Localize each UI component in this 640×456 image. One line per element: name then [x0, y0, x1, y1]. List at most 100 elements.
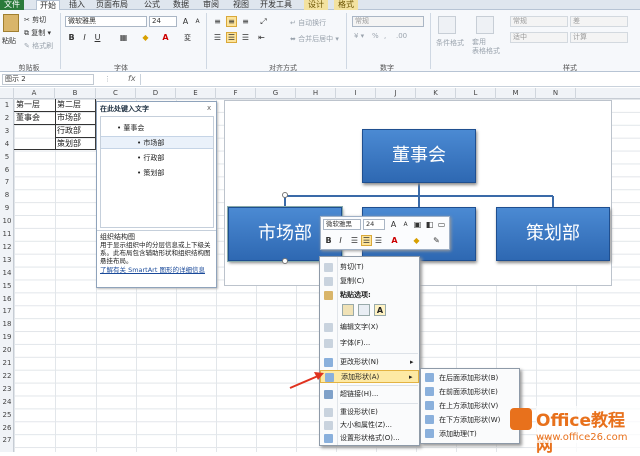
row-header[interactable]: 25 [0, 409, 14, 422]
shape-style-icon[interactable]: ▣ [412, 219, 423, 230]
tab-data[interactable]: 数据 [170, 0, 192, 10]
currency-icon[interactable]: ¥ ▾ [354, 32, 364, 40]
style-bad[interactable]: 差 [570, 16, 628, 27]
align-left-icon[interactable]: ☰ [349, 235, 360, 246]
column-header[interactable]: C [96, 88, 136, 99]
wrap-text-button[interactable]: ↵ 自动换行 [290, 18, 326, 28]
menu-item-edit-text[interactable]: 编辑文字(X) [320, 321, 419, 334]
row-header[interactable]: 17 [0, 305, 14, 318]
copy-button[interactable]: ⧉ 复制 ▾ [24, 28, 51, 38]
row-header[interactable]: 27 [0, 434, 14, 447]
comma-button[interactable]: , [384, 32, 386, 40]
row-header[interactable]: 2 [0, 112, 14, 125]
row-header[interactable]: 3 [0, 125, 14, 138]
format-painter-button[interactable]: ✎ 格式刷 [24, 41, 53, 51]
menu-item-add-shape[interactable]: 添加形状(A) ▸ [320, 370, 419, 383]
row-header[interactable]: 9 [0, 202, 14, 215]
select-all-corner[interactable] [0, 88, 14, 99]
indent-icon[interactable]: ⇤ [256, 32, 267, 43]
font-color-icon[interactable]: A [160, 32, 171, 43]
menu-item-format-shape[interactable]: 设置形状格式(O)... [320, 432, 419, 445]
italic-button[interactable]: I [335, 235, 346, 246]
column-header[interactable]: B [55, 88, 96, 99]
phonetic-icon[interactable]: 変 [182, 32, 193, 43]
column-header[interactable]: I [336, 88, 376, 99]
font-size-select[interactable]: 24 [149, 16, 177, 27]
row-header[interactable]: 26 [0, 422, 14, 435]
column-header[interactable]: D [136, 88, 176, 99]
tab-formulas[interactable]: 公式 [141, 0, 163, 10]
cell-a2[interactable]: 董事会 [16, 112, 40, 124]
selection-handle[interactable] [282, 192, 288, 198]
tab-page-layout[interactable]: 页面布局 [94, 0, 130, 10]
list-item[interactable]: • 董事会 [117, 123, 144, 133]
row-header[interactable]: 23 [0, 383, 14, 396]
row-header[interactable]: 10 [0, 215, 14, 228]
paste-button[interactable]: 粘贴 [2, 36, 16, 46]
grow-font-icon[interactable]: A [388, 219, 399, 230]
row-header[interactable]: 14 [0, 267, 14, 280]
cell-b1[interactable]: 第二层 [57, 99, 81, 111]
submenu-item-add-before[interactable]: 在前面添加形状(E) [421, 385, 519, 399]
fill-color-icon[interactable]: ◆ [411, 235, 422, 246]
menu-item-size-properties[interactable]: 大小和属性(Z)... [320, 419, 419, 432]
submenu-item-add-above[interactable]: 在上方添加形状(V) [421, 399, 519, 413]
column-header[interactable]: G [256, 88, 296, 99]
learn-more-link[interactable]: 了解有关 SmartArt 图形的详细信息 [100, 266, 214, 274]
column-header[interactable]: L [456, 88, 496, 99]
align-left-icon[interactable]: ☰ [212, 32, 223, 43]
style-calculation[interactable]: 计算 [570, 32, 628, 43]
cell-b4[interactable]: 策划部 [57, 138, 81, 150]
menu-item-cut[interactable]: 剪切(T) [320, 261, 419, 274]
column-header[interactable]: N [536, 88, 576, 99]
orientation-icon[interactable]: ⤢ [258, 16, 269, 27]
style-normal[interactable]: 常规 [510, 16, 568, 27]
row-header[interactable]: 20 [0, 344, 14, 357]
row-header[interactable]: 8 [0, 189, 14, 202]
cut-button[interactable]: ✂ 剪切 [24, 15, 46, 25]
shrink-font-icon[interactable]: A [192, 16, 203, 27]
align-center-icon[interactable]: ☰ [226, 32, 237, 43]
fill-color-icon[interactable]: ◆ [140, 32, 151, 43]
grow-font-icon[interactable]: A [180, 16, 191, 27]
tab-view[interactable]: 视图 [230, 0, 252, 10]
percent-button[interactable]: % [372, 32, 379, 40]
cell-b2[interactable]: 市场部 [57, 112, 81, 124]
row-header[interactable]: 7 [0, 176, 14, 189]
row-header[interactable]: 1 [0, 99, 14, 112]
fx-icon[interactable]: fx [128, 74, 136, 83]
menu-item-font[interactable]: 字体(F)... [320, 337, 419, 350]
row-header[interactable]: 12 [0, 241, 14, 254]
number-format-select[interactable]: 常规 [352, 16, 424, 27]
close-icon[interactable]: x [207, 104, 211, 112]
submenu-item-add-below[interactable]: 在下方添加形状(W) [421, 413, 519, 427]
conditional-format-icon[interactable] [438, 16, 456, 34]
align-bottom-icon[interactable]: ≡ [240, 16, 251, 27]
bold-button[interactable]: B [66, 32, 77, 43]
column-header[interactable]: J [376, 88, 416, 99]
bold-button[interactable]: B [323, 235, 334, 246]
shape-planning[interactable]: 策划部 [496, 207, 610, 261]
formula-input[interactable] [140, 74, 638, 85]
line-color-icon[interactable]: ✎ [431, 235, 442, 246]
style-neutral[interactable]: 适中 [510, 32, 568, 43]
cell-a1[interactable]: 第一层 [16, 99, 40, 111]
row-header[interactable]: 21 [0, 357, 14, 370]
mini-font-select[interactable]: 微软雅黑 [323, 219, 361, 230]
italic-button[interactable]: I [79, 32, 90, 43]
menu-item-change-shape[interactable]: 更改形状(N) ▸ [320, 356, 419, 369]
font-name-select[interactable]: 微软雅黑 [65, 16, 147, 27]
row-header[interactable]: 4 [0, 138, 14, 151]
shrink-font-icon[interactable]: A [400, 219, 411, 230]
decimal-icon[interactable]: .00 [396, 32, 407, 40]
column-header[interactable]: M [496, 88, 536, 99]
tab-developer[interactable]: 开发工具 [258, 0, 294, 10]
menu-item-reset-shape[interactable]: 重设形状(E) [320, 406, 419, 419]
mini-size-select[interactable]: 24 [363, 219, 385, 230]
borders-icon[interactable]: ▦ [118, 32, 129, 43]
paste-option-icon[interactable] [342, 304, 354, 316]
tab-file[interactable]: 文件 [0, 0, 24, 10]
fill-icon[interactable]: ◧ [424, 219, 435, 230]
tab-insert[interactable]: 插入 [66, 0, 88, 10]
list-item[interactable]: • 策划部 [137, 168, 164, 178]
